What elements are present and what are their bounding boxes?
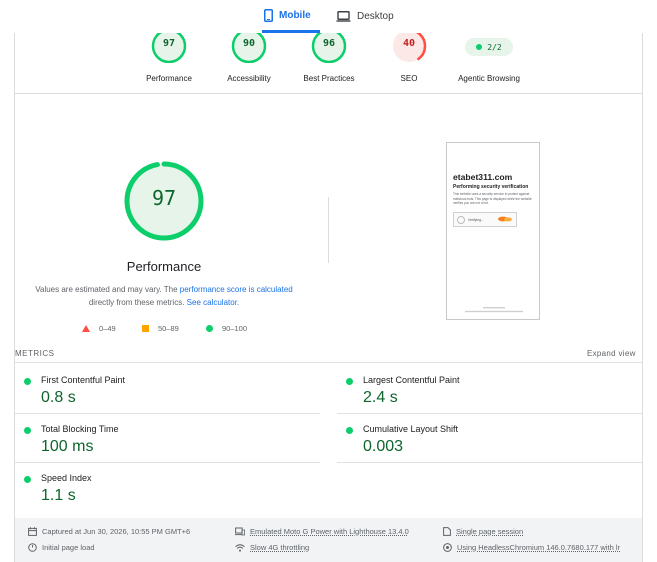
- performance-score-link[interactable]: performance score is calculated: [180, 285, 293, 294]
- screenshot-heading: Performing security verification: [453, 184, 529, 190]
- tab-mobile-label: Mobile: [279, 9, 311, 21]
- screenshot-body: This website uses a security service to …: [453, 192, 532, 205]
- frame-left-border: [14, 33, 15, 562]
- document-icon: [443, 527, 451, 536]
- legend-range: 0–49: [99, 323, 116, 333]
- metric-value: 0.8 s: [41, 389, 76, 406]
- metric-name: First Contentful Paint: [41, 375, 126, 385]
- calendar-icon: [28, 527, 37, 536]
- gauge-score: 90: [242, 38, 256, 49]
- devices-icon: [235, 527, 245, 536]
- network-throttling[interactable]: Slow 4G throttling: [235, 543, 309, 552]
- gauge-accessibility[interactable]: 90 Accessibility: [204, 33, 294, 83]
- performance-score: 97: [151, 186, 177, 210]
- gauge-agentic-browsing[interactable]: 2/2 Agentic Browsing: [444, 33, 534, 83]
- gauge-label: Performance: [146, 74, 192, 83]
- performance-title: Performance: [126, 259, 202, 274]
- timer-icon: [28, 543, 37, 552]
- metric-name: Total Blocking Time: [41, 424, 119, 434]
- divider: [14, 362, 642, 363]
- see-calculator-link[interactable]: See calculator.: [187, 298, 239, 307]
- network-throttling-text: Slow 4G throttling: [250, 543, 310, 552]
- expand-view-toggle[interactable]: Expand view: [587, 349, 636, 358]
- metric-value: 1.1 s: [41, 487, 76, 504]
- desc-text-2: directly from these metrics.: [88, 297, 187, 307]
- screenshot-site-name: etabet311.com: [453, 172, 513, 182]
- emulated-device[interactable]: Emulated Moto G Power with Lighthouse 13…: [235, 527, 409, 536]
- legend-range: 90–100: [222, 323, 248, 333]
- metric-divider: [337, 413, 642, 414]
- wifi-icon: [235, 543, 245, 552]
- legend-pass: 90–100: [206, 323, 247, 333]
- gauge-label: Agentic Browsing: [458, 74, 520, 83]
- emulated-device-text: Emulated Moto G Power with Lighthouse 13…: [250, 527, 409, 536]
- initial-page-load-text: Initial page load: [42, 543, 95, 552]
- gauge-best-practices[interactable]: 96 Best Practices: [284, 33, 374, 83]
- gauge-score: 96: [322, 38, 336, 49]
- triangle-icon: [82, 324, 90, 332]
- gauge-label: SEO: [400, 74, 418, 83]
- metrics-title: METRICS: [15, 349, 55, 358]
- screenshot-verify-widget: Verifying...: [453, 212, 517, 227]
- tab-desktop-label: Desktop: [357, 11, 394, 22]
- gauge-label: Best Practices: [303, 74, 355, 83]
- browser-version-text: Using HeadlessChromium 146.0.7680.177 wi…: [457, 543, 621, 552]
- screenshot-footer-lines: [465, 307, 523, 313]
- pass-dot-icon: [346, 378, 353, 385]
- browser-version[interactable]: Using HeadlessChromium 146.0.7680.177 wi…: [443, 543, 620, 552]
- legend-range: 50–89: [158, 323, 179, 333]
- pass-dot-icon: [24, 427, 31, 434]
- device-tabs: Mobile Desktop: [0, 0, 657, 33]
- runtime-settings: Captured at Jun 30, 2026, 10:55 PM GMT+6…: [15, 518, 642, 562]
- metric-divider: [15, 413, 320, 414]
- metric-divider: [337, 462, 642, 463]
- pass-dot-icon: [24, 476, 31, 483]
- gauge-score: 40: [402, 38, 416, 49]
- page-session[interactable]: Single page session: [443, 527, 523, 536]
- gauge-label: Accessibility: [227, 74, 271, 83]
- metric-value: 0.003: [363, 438, 404, 455]
- tab-mobile[interactable]: Mobile: [262, 0, 320, 33]
- initial-page-load: Initial page load: [28, 543, 95, 552]
- gauge-performance[interactable]: 97 Performance: [124, 33, 214, 83]
- metric-name: Cumulative Layout Shift: [363, 424, 459, 434]
- desc-text-1: Values are estimated and may vary. The: [35, 285, 180, 294]
- captured-at: Captured at Jun 30, 2026, 10:55 PM GMT+6: [28, 527, 190, 536]
- tab-desktop[interactable]: Desktop: [336, 0, 394, 33]
- screenshot-widget-text: Verifying...: [468, 218, 484, 222]
- category-gauges: 97 Performance 90 Accessibility 96 Best …: [0, 33, 657, 93]
- spinner-icon: [457, 216, 465, 224]
- metric-name: Speed Index: [41, 473, 92, 483]
- legend-average: 50–89: [142, 323, 179, 333]
- divider: [14, 93, 642, 94]
- square-icon: [142, 324, 149, 332]
- gauge-score: 2/2: [487, 42, 502, 52]
- pass-dot-icon: [24, 378, 31, 385]
- metric-name: Largest Contentful Paint: [363, 375, 460, 385]
- pass-dot-icon: [476, 44, 483, 50]
- laptop-icon: [336, 11, 351, 22]
- phone-icon: [264, 8, 273, 22]
- metric-divider: [15, 462, 320, 463]
- page-session-text: Single page session: [456, 527, 524, 536]
- circle-icon: [206, 324, 213, 332]
- metric-value: 2.4 s: [363, 389, 398, 406]
- vertical-divider: [328, 197, 329, 263]
- metric-value: 100 ms: [41, 438, 94, 455]
- final-screenshot[interactable]: etabet311.com Performing security verifi…: [446, 142, 540, 320]
- score-description: Values are estimated and may vary. The p…: [30, 284, 298, 309]
- legend-fail: 0–49: [82, 323, 116, 333]
- pass-dot-icon: [346, 427, 353, 434]
- cloud-logo-icon: [498, 216, 512, 222]
- captured-at-text: Captured at Jun 30, 2026, 10:55 PM GMT+6: [42, 527, 191, 536]
- chrome-icon: [443, 543, 452, 552]
- frame-right-border: [642, 33, 643, 562]
- agentic-browsing-pill: 2/2: [465, 38, 513, 56]
- gauge-seo[interactable]: 40 SEO: [364, 33, 454, 83]
- gauge-score: 97: [162, 38, 176, 49]
